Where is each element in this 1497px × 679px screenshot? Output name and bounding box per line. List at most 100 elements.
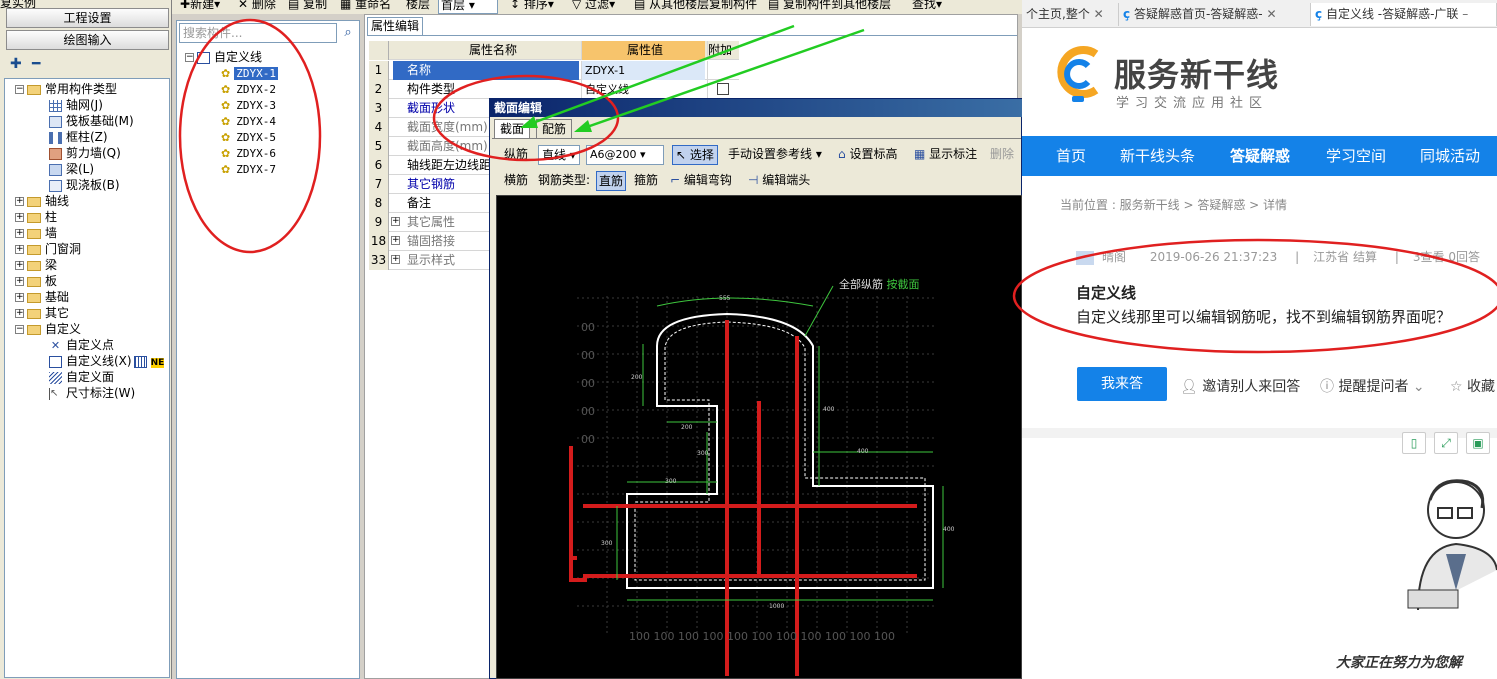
property-row[interactable]: 1 名称 ZDYX-1 <box>369 61 739 80</box>
tree-node-group-4[interactable]: + 梁 <box>15 257 57 273</box>
tree-node-raft[interactable]: 筏板基础(M) <box>49 113 134 129</box>
browser-tab[interactable]: ç 答疑解惑首页-答疑解惑- ✕ <box>1118 3 1308 26</box>
breadcrumb[interactable]: 当前位置 : 服务新干线 > 答疑解惑 > 详情 <box>1060 196 1287 213</box>
component-item[interactable]: ✿ ZDYX-4 <box>221 113 278 129</box>
close-icon[interactable]: ✕ <box>1266 7 1276 21</box>
tree-node-group-3[interactable]: + 门窗洞 <box>15 241 81 257</box>
nav-learning[interactable]: 学习空间 <box>1326 136 1386 176</box>
tree-node-group-7[interactable]: + 其它 <box>15 305 69 321</box>
collect-button[interactable]: ☆ 收藏 <box>1450 376 1495 396</box>
stirrup-button[interactable]: 箍筋 <box>634 171 658 189</box>
expand-icon[interactable]: + <box>15 261 24 270</box>
expand-icon[interactable]: + <box>391 217 400 226</box>
component-item[interactable]: ✿ ZDYX-5 <box>221 129 278 145</box>
collapse-icon[interactable]: − <box>15 85 24 94</box>
straight-bar-button[interactable]: 直筋 <box>596 171 627 191</box>
project-settings-button[interactable]: 工程设置 <box>6 8 169 28</box>
tree-node-common-types[interactable]: − 常用构件类型 <box>15 81 117 97</box>
tab-section[interactable]: 截面 <box>494 119 531 138</box>
edit-hook-button[interactable]: ⌐ 编辑弯钩 <box>670 171 732 189</box>
browser-tab-active[interactable]: ç 自定义线 -答疑解惑-广联 – <box>1310 3 1497 26</box>
close-icon[interactable]: ✕ <box>1094 7 1104 21</box>
tree-node-dimension[interactable]: ↖ 尺寸标注(W) <box>49 385 135 401</box>
fit-icon[interactable]: ▯ <box>1402 432 1426 454</box>
expand-icon[interactable]: + <box>15 293 24 302</box>
expand-icon[interactable]: + <box>15 213 24 222</box>
collapse-all-icon[interactable]: ━ <box>32 56 40 72</box>
component-item[interactable]: ✿ ZDYX-7 <box>221 161 278 177</box>
tree-node-column[interactable]: 框柱(Z) <box>49 129 108 145</box>
delete-button[interactable]: 删除 <box>990 145 1014 163</box>
tree-node-custom-point[interactable]: ✕ 自定义点 <box>49 337 114 353</box>
component-root[interactable]: − 自定义线 <box>185 49 262 65</box>
filter-button[interactable]: ▽ 过滤▾ <box>572 0 615 12</box>
component-item[interactable]: ✿ ZDYX-6 <box>221 145 278 161</box>
set-reference-line-button[interactable]: 手动设置参考线 ▾ <box>728 145 822 163</box>
expand-icon[interactable]: + <box>15 197 24 206</box>
show-annotation-button[interactable]: ▦ 显示标注 <box>914 145 977 163</box>
close-icon[interactable]: – <box>1462 7 1468 21</box>
property-value[interactable]: ZDYX-1 <box>581 61 705 80</box>
nav-events[interactable]: 同城活动 <box>1420 136 1480 176</box>
tree-node-custom[interactable]: − 自定义 <box>15 321 81 337</box>
set-elevation-button[interactable]: ⌂ 设置标高 <box>838 145 897 163</box>
tree-node-shear-wall[interactable]: 剪力墙(Q) <box>49 145 121 161</box>
tree-node-group-1[interactable]: + 柱 <box>15 209 57 225</box>
delete-button[interactable]: ✕ 删除 <box>238 0 276 12</box>
expand-icon[interactable]: + <box>391 236 400 245</box>
tree-node-group-0[interactable]: + 轴线 <box>15 193 69 209</box>
property-extra[interactable] <box>707 80 739 99</box>
tab-property-edit[interactable]: 属性编辑 <box>367 17 423 35</box>
expand-icon[interactable]: + <box>15 245 24 254</box>
tree-node-axis-grid[interactable]: 轴网(J) <box>49 97 103 113</box>
tree-node-group-5[interactable]: + 板 <box>15 273 57 289</box>
tab-reinforcement[interactable]: 配筋 <box>536 119 573 138</box>
tree-node-slab[interactable]: 现浇板(B) <box>49 177 120 193</box>
tree-node-group-6[interactable]: + 基础 <box>15 289 69 305</box>
expand-icon[interactable]: + <box>15 309 24 318</box>
expand-icon[interactable]: + <box>391 255 400 264</box>
expand-icon[interactable]: + <box>15 277 24 286</box>
tree-node-group-2[interactable]: + 墙 <box>15 225 57 241</box>
drawing-input-button[interactable]: 绘图输入 <box>6 30 169 50</box>
copy-from-floor-button[interactable]: ▤ 从其他楼层复制构件 <box>634 0 757 12</box>
new-button[interactable]: ✚新建▾ <box>180 0 220 12</box>
component-item[interactable]: ✿ ZDYX-1 <box>221 65 278 81</box>
avatar[interactable] <box>1076 250 1094 265</box>
rebar-spec-input[interactable]: A6@200 ▾ <box>586 145 664 165</box>
collapse-icon[interactable]: − <box>15 325 24 334</box>
invite-answer-button[interactable]: 👤︎ 邀请别人来回答 <box>1180 376 1300 396</box>
site-logo[interactable]: 服务新干线 学习交流应用社区 <box>1052 42 1352 112</box>
property-row[interactable]: 2 构件类型 自定义线 <box>369 80 739 99</box>
remind-asker-button[interactable]: ⓘ 提醒提问者 ⌄ <box>1320 376 1425 396</box>
property-extra[interactable] <box>707 61 739 80</box>
rename-button[interactable]: ▦ 重命名 <box>340 0 391 12</box>
nav-home[interactable]: 首页 <box>1056 136 1086 176</box>
copy-button[interactable]: ▤ 复制 <box>288 0 327 12</box>
edit-end-button[interactable]: ⊣ 编辑端头 <box>748 171 810 189</box>
component-item[interactable]: ✿ ZDYX-2 <box>221 81 278 97</box>
property-value[interactable]: 自定义线 <box>581 80 705 99</box>
nav-headlines[interactable]: 新干线头条 <box>1120 136 1195 176</box>
tree-node-beam[interactable]: 梁(L) <box>49 161 94 177</box>
floor-select[interactable]: 首层 ▾ <box>438 0 498 14</box>
nav-qa[interactable]: 答疑解惑 <box>1230 136 1290 176</box>
transverse-rebar-button[interactable]: 横筋 <box>504 171 528 189</box>
component-search-input[interactable]: 搜索构件... <box>179 23 337 43</box>
sort-button[interactable]: ↕ 排序▾ <box>510 0 554 12</box>
checkbox[interactable] <box>717 83 729 95</box>
expand-all-icon[interactable]: ✚ <box>10 56 22 72</box>
line-type-select[interactable]: 直线 ▾ <box>538 145 580 165</box>
component-item[interactable]: ✿ ZDYX-3 <box>221 97 278 113</box>
expand-icon[interactable]: + <box>15 229 24 238</box>
collapse-icon[interactable]: − <box>185 53 194 62</box>
tree-node-custom-line[interactable]: 自定义线(X) NE <box>49 353 165 369</box>
select-button[interactable]: ↖ 选择 <box>672 145 718 165</box>
save-icon[interactable]: ▣ <box>1466 432 1490 454</box>
fullscreen-icon[interactable]: ⤢ <box>1434 432 1458 454</box>
tree-node-custom-face[interactable]: 自定义面 <box>49 369 114 385</box>
copy-to-floor-button[interactable]: ▤ 复制构件到其他楼层 <box>768 0 891 12</box>
section-canvas[interactable]: 全部纵筋 按截面 555 200 400 200 300 300 400 300… <box>496 195 1022 679</box>
answer-button[interactable]: 我来答 <box>1077 367 1167 401</box>
browser-tab[interactable]: 个主页,整个 ✕ <box>1022 3 1114 26</box>
